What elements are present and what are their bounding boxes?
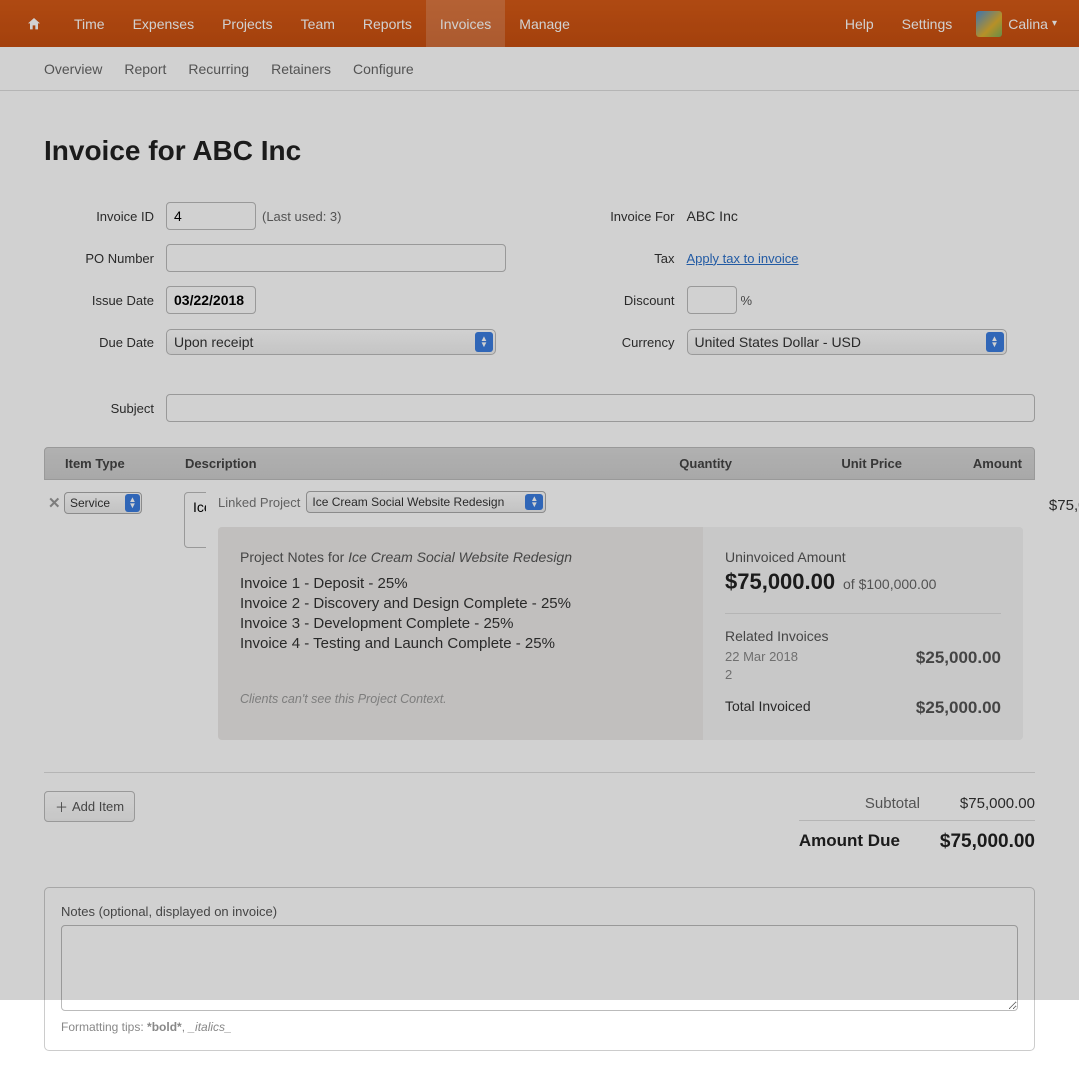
notes-section: Notes (optional, displayed on invoice) F… (44, 887, 1035, 1051)
uninvoiced-amount: $75,000.00 (725, 569, 835, 594)
nav-projects[interactable]: Projects (208, 0, 287, 47)
subnav-retainers[interactable]: Retainers (271, 61, 331, 77)
delete-row-icon[interactable]: ✕ (48, 494, 61, 512)
top-nav: Time Expenses Projects Team Reports Invo… (0, 0, 1079, 47)
page-title: Invoice for ABC Inc (44, 135, 1035, 167)
col-quantity: Quantity (602, 456, 732, 471)
nav-invoices[interactable]: Invoices (426, 0, 505, 47)
nav-team[interactable]: Team (287, 0, 349, 47)
last-used: (Last used: 3) (262, 209, 342, 224)
project-note: Invoice 1 - Deposit - 25% (240, 575, 681, 592)
plus-icon: ＋ (55, 797, 68, 816)
linked-project-select[interactable]: Ice Cream Social Website Redesign ▲▼ (306, 491, 546, 513)
formatting-tips: Formatting tips: *bold*, _italics_ (61, 1020, 1018, 1034)
total-invoiced-label: Total Invoiced (725, 698, 811, 718)
nav-settings[interactable]: Settings (888, 0, 967, 47)
issue-date-input[interactable] (166, 286, 256, 314)
currency-select[interactable]: United States Dollar - USD ▲▼ (687, 329, 1007, 355)
amount-due-value: $75,000.00 (940, 831, 1035, 853)
related-invoice-date: 22 Mar 2018 (725, 648, 798, 666)
item-type-select[interactable]: Service ▲▼ (64, 492, 142, 514)
home-icon[interactable] (8, 0, 60, 47)
invoice-for-value: ABC Inc (687, 208, 738, 224)
subnav-recurring[interactable]: Recurring (188, 61, 249, 77)
discount-label: Discount (565, 293, 675, 308)
nav-manage[interactable]: Manage (505, 0, 584, 47)
percent-label: % (741, 293, 753, 308)
avatar (976, 11, 1002, 37)
invoice-id-label: Invoice ID (44, 209, 154, 224)
invoice-for-label: Invoice For (565, 209, 675, 224)
col-item-type: Item Type (65, 456, 185, 471)
linked-project-label: Linked Project (218, 495, 300, 510)
project-note: Invoice 4 - Testing and Launch Complete … (240, 635, 681, 652)
select-caret-icon: ▲▼ (125, 494, 140, 512)
select-caret-icon: ▲▼ (986, 332, 1004, 352)
nav-reports[interactable]: Reports (349, 0, 426, 47)
due-date-label: Due Date (44, 335, 154, 350)
amount-due-label: Amount Due (799, 831, 900, 853)
notes-textarea[interactable] (61, 925, 1018, 1011)
add-item-button[interactable]: ＋ Add Item (44, 791, 135, 822)
project-note: Invoice 3 - Development Complete - 25% (240, 615, 681, 632)
subnav-configure[interactable]: Configure (353, 61, 414, 77)
user-name: Calina (1008, 16, 1048, 32)
project-notes-header: Project Notes for Ice Cream Social Websi… (240, 549, 681, 565)
apply-tax-link[interactable]: Apply tax to invoice (687, 251, 799, 266)
select-caret-icon: ▲▼ (475, 332, 493, 352)
chevron-down-icon: ▾ (1052, 18, 1057, 29)
user-menu[interactable]: Calina ▾ (966, 11, 1071, 37)
subject-input[interactable] (166, 394, 1035, 422)
currency-label: Currency (565, 335, 675, 350)
discount-input[interactable] (687, 286, 737, 314)
po-input[interactable] (166, 244, 506, 272)
total-invoiced-amount: $25,000.00 (916, 698, 1001, 718)
subtotal-value: $75,000.00 (960, 795, 1035, 812)
col-description: Description (185, 456, 602, 471)
of-total: of $100,000.00 (843, 576, 936, 592)
project-context-panel: Linked Project Ice Cream Social Website … (206, 483, 1035, 758)
subnav-overview[interactable]: Overview (44, 61, 102, 77)
related-invoices-label: Related Invoices (725, 628, 1001, 644)
issue-date-label: Issue Date (44, 293, 154, 308)
select-caret-icon: ▲▼ (525, 494, 543, 510)
due-date-select[interactable]: Upon receipt ▲▼ (166, 329, 496, 355)
nav-help[interactable]: Help (831, 0, 888, 47)
subnav-report[interactable]: Report (124, 61, 166, 77)
notes-label: Notes (optional, displayed on invoice) (61, 904, 1018, 919)
subtotal-label: Subtotal (865, 795, 920, 812)
nav-expenses[interactable]: Expenses (119, 0, 208, 47)
sub-nav: Overview Report Recurring Retainers Conf… (0, 47, 1079, 91)
col-amount: Amount (902, 456, 1022, 471)
po-label: PO Number (44, 251, 154, 266)
items-header: Item Type Description Quantity Unit Pric… (44, 447, 1035, 480)
project-note: Invoice 2 - Discovery and Design Complet… (240, 595, 681, 612)
related-invoice-amount: $25,000.00 (916, 648, 1001, 668)
subject-label: Subject (44, 401, 154, 416)
related-invoice-num: 2 (725, 666, 798, 684)
tax-label: Tax (565, 251, 675, 266)
uninvoiced-label: Uninvoiced Amount (725, 549, 1001, 565)
invoice-id-input[interactable] (166, 202, 256, 230)
col-unit-price: Unit Price (732, 456, 902, 471)
context-footer: Clients can't see this Project Context. (240, 692, 681, 706)
nav-time[interactable]: Time (60, 0, 119, 47)
